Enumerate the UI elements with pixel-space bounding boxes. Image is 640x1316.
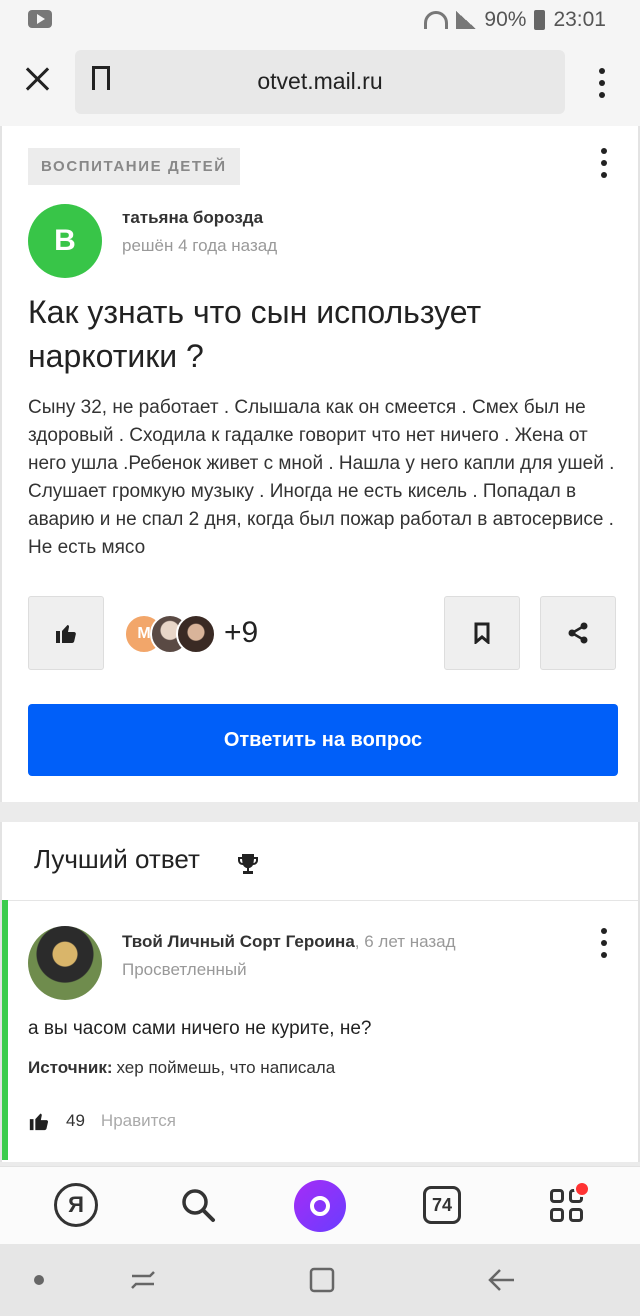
source-text: хер поймешь, что написала — [116, 1058, 336, 1077]
browser-menu-icon[interactable] — [598, 68, 606, 98]
browser-toolbar: otvet.mail.ru — [0, 40, 640, 127]
back-icon[interactable] — [486, 1266, 516, 1294]
answer-like-bar: 49 Нравится — [28, 1110, 176, 1132]
wifi-icon — [424, 11, 449, 29]
browser-bottom-nav: Я 74 — [0, 1166, 640, 1245]
nav-dot-icon[interactable] — [34, 1275, 44, 1285]
category-tag[interactable]: ВОСПИТАНИЕ ДЕТЕЙ — [28, 148, 240, 185]
thumbs-up-icon[interactable] — [28, 1110, 50, 1132]
answer-author-line: Твой Личный Сорт Героина, 6 лет назад — [122, 932, 456, 952]
services-grid-icon[interactable] — [544, 1181, 590, 1227]
signal-icon — [456, 11, 477, 29]
tabs-counter-button[interactable]: 74 — [423, 1186, 461, 1224]
battery-icon — [534, 10, 546, 30]
answer-like-count: 49 — [66, 1111, 85, 1130]
answer-menu-icon[interactable] — [600, 928, 608, 958]
question-title: Как узнать что сын использует наркотики … — [28, 294, 482, 374]
answer-author-rank: Просветленный — [122, 960, 247, 979]
question-meta: решён 4 года назад — [122, 236, 278, 255]
status-indicators: 90% 23:01 — [424, 8, 606, 32]
question-card: ВОСПИТАНИЕ ДЕТЕЙ В татьяна борозда решён… — [0, 126, 640, 802]
question-menu-icon[interactable] — [600, 148, 608, 178]
clock: 23:01 — [553, 8, 606, 31]
home-icon[interactable] — [308, 1266, 336, 1294]
like-label[interactable]: Нравится — [101, 1111, 176, 1131]
answer-time: , 6 лет назад — [354, 932, 456, 951]
battery-percent: 90% — [484, 8, 527, 31]
answer-author[interactable]: Твой Личный Сорт Героина — [122, 932, 355, 951]
best-answer-title: Лучший ответ — [34, 844, 200, 874]
question-body: Сыну 32, не работает . Слышала как он см… — [28, 397, 615, 558]
best-answer: Твой Личный Сорт Героина, 6 лет назад Пр… — [2, 900, 638, 1160]
youtube-icon — [28, 10, 52, 28]
avatar — [176, 614, 216, 654]
alice-assistant-icon[interactable] — [294, 1180, 346, 1232]
avatar[interactable]: В — [28, 204, 102, 278]
bookmark-icon — [474, 622, 490, 644]
answer-source: Источник: хер поймешь, что написала — [28, 1058, 335, 1078]
best-answer-card: Лучший ответ Твой Личный Сорт Героина, 6… — [0, 822, 640, 1162]
question-author[interactable]: татьяна борозда — [122, 208, 263, 228]
source-label: Источник: — [28, 1058, 113, 1077]
like-button[interactable] — [28, 596, 104, 670]
url-text: otvet.mail.ru — [257, 68, 383, 94]
avatar[interactable] — [28, 926, 102, 1000]
recent-apps-icon[interactable] — [128, 1266, 158, 1294]
trophy-icon — [238, 854, 258, 874]
address-bar[interactable]: otvet.mail.ru — [75, 50, 565, 114]
close-icon[interactable] — [22, 63, 54, 95]
yandex-icon[interactable]: Я — [54, 1183, 98, 1227]
share-button[interactable] — [540, 596, 616, 670]
notification-dot — [574, 1181, 590, 1197]
answer-question-button[interactable]: Ответить на вопрос — [28, 704, 618, 776]
thumbs-up-icon — [56, 625, 76, 643]
like-count: +9 — [224, 616, 259, 649]
answer-text: а вы часом сами ничего не курите, не? — [28, 1018, 372, 1039]
system-nav-bar — [0, 1244, 640, 1316]
share-icon — [568, 622, 588, 644]
status-bar: 90% 23:01 — [0, 0, 640, 40]
save-button[interactable] — [444, 596, 520, 670]
search-icon[interactable] — [176, 1183, 220, 1227]
best-answer-header: Лучший ответ — [2, 822, 638, 901]
